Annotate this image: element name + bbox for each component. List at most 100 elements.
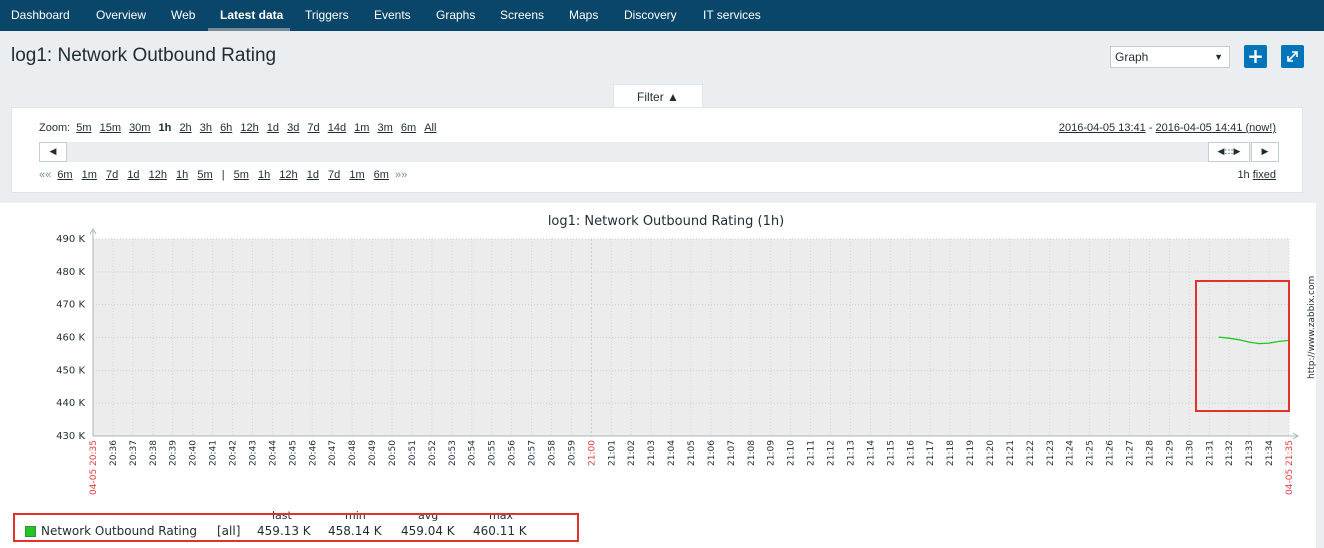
x-tick-label: 20:50 [388,440,398,466]
x-tick-label: 20:36 [109,440,119,466]
x-tick-label: 21:21 [1006,440,1016,466]
nav-graphs[interactable]: Graphs [436,0,475,31]
scroll-handle[interactable]: ◀:::▶ [1208,142,1250,162]
zoom-3d[interactable]: 3d [287,122,299,134]
fwd-12h[interactable]: 12h [279,169,297,181]
x-tick-label: 21:22 [1026,440,1036,466]
period-fixed: 1h fixed [1237,169,1276,181]
back-1d[interactable]: 1d [127,169,139,181]
nav-screens[interactable]: Screens [500,0,544,31]
x-tick-label: 21:27 [1126,440,1136,466]
nav-web[interactable]: Web [171,0,195,31]
x-tick-label: 04-05 21:35 [1285,440,1295,495]
fwd-1d[interactable]: 1d [307,169,319,181]
x-tick-label: 20:41 [209,440,219,466]
graph-panel: log1: Network Outbound Rating (1h) 490 K… [0,203,1316,548]
x-tick-label: 20:57 [528,440,538,466]
zoom-30m[interactable]: 30m [129,122,150,134]
period-range: 2016-04-05 13:41 - 2016-04-05 14:41 (now… [1059,122,1276,134]
x-tick-label: 21:34 [1265,440,1275,466]
zoom-1h[interactable]: 1h [159,122,172,134]
x-tick-label: 21:20 [986,440,996,466]
zoom-7d[interactable]: 7d [307,122,319,134]
period-to-link[interactable]: 2016-04-05 14:41 (now!) [1156,122,1276,134]
y-tick-label: 450 K [56,365,85,376]
y-tick-label: 480 K [56,267,85,278]
x-tick-label: 20:44 [268,440,278,466]
zoom-1d[interactable]: 1d [267,122,279,134]
view-select[interactable]: Graph ▼ [1110,46,1230,68]
x-tick-label: 21:16 [906,440,916,466]
zoom-3h[interactable]: 3h [200,122,212,134]
fwd-7d[interactable]: 7d [328,169,340,181]
nav-events[interactable]: Events [374,0,411,31]
data-point [1228,337,1230,339]
x-tick-label: 20:45 [288,440,298,466]
x-tick-label: 20:40 [189,440,199,466]
x-tick-label: 20:51 [408,440,418,466]
back-7d[interactable]: 7d [106,169,118,181]
scroll-left-button[interactable]: ◀ [39,142,67,162]
nav-separator: | [221,169,225,181]
x-tick-label: 21:26 [1106,440,1116,466]
zoom-6h[interactable]: 6h [220,122,232,134]
nav-it-services[interactable]: IT services [703,0,761,31]
nav-discovery[interactable]: Discovery [624,0,677,31]
fwd-1h[interactable]: 1h [258,169,270,181]
x-tick-label: 21:12 [827,440,837,466]
data-point [1258,343,1260,345]
y-tick-label: 460 K [56,333,85,344]
zabbix-watermark: http://www.zabbix.com [1307,276,1316,379]
fwd-5m[interactable]: 5m [234,169,249,181]
legend-highlight-box [13,513,579,542]
x-tick-label: 20:56 [508,440,518,466]
zoom-12h[interactable]: 12h [240,122,258,134]
y-tick-label: 430 K [56,431,85,442]
period-scrollbar[interactable]: ◀ ◀:::▶ ▶ [39,142,1279,162]
zoom-3m[interactable]: 3m [378,122,393,134]
back-1h[interactable]: 1h [176,169,188,181]
fullscreen-button[interactable] [1281,45,1304,68]
network-outbound-chart[interactable]: 490 K 480 K 470 K 460 K 450 K 440 K 430 K 04-0… [0,203,1316,548]
x-tick-label: 21:09 [767,440,777,466]
zoom-15m[interactable]: 15m [100,122,121,134]
nav-dashboard[interactable]: Dashboard [11,0,70,31]
x-tick-label: 21:13 [846,440,856,466]
x-tick-label: 21:00 [587,440,597,466]
data-point [1268,342,1270,344]
x-tick-label: 21:08 [747,440,757,466]
zoom-5m[interactable]: 5m [76,122,91,134]
add-to-favourites-button[interactable]: + [1244,45,1267,68]
fwd-6m[interactable]: 6m [374,169,389,181]
scroll-right-button[interactable]: ▶ [1251,142,1279,162]
plus-icon: + [1247,44,1264,68]
x-tick-label: 20:47 [328,440,338,466]
back-12h[interactable]: 12h [149,169,167,181]
zoom-1m[interactable]: 1m [354,122,369,134]
top-nav: Dashboard Overview Web Latest data Trigg… [0,0,1324,31]
zoom-6m[interactable]: 6m [401,122,416,134]
x-tick-label: 20:48 [348,440,358,466]
period-from-link[interactable]: 2016-04-05 13:41 [1059,122,1146,134]
nav-overview[interactable]: Overview [96,0,146,31]
zoom-all[interactable]: All [424,122,436,134]
back-1m[interactable]: 1m [82,169,97,181]
x-tick-label: 21:18 [946,440,956,466]
x-tick-label: 21:30 [1185,440,1195,466]
zoom-row: Zoom: 5m 15m 30m 1h 2h 3h 6h 12h 1d 3d 7… [39,122,438,134]
view-select-value: Graph [1115,50,1149,64]
x-tick-label: 21:06 [707,440,717,466]
back-5m[interactable]: 5m [197,169,212,181]
filter-tab[interactable]: Filter ▲ [613,84,703,108]
fwd-1m[interactable]: 1m [349,169,364,181]
zoom-2h[interactable]: 2h [179,122,191,134]
nav-maps[interactable]: Maps [569,0,598,31]
fixed-toggle[interactable]: fixed [1253,169,1276,181]
fwd-arrows-icon: »» [395,169,408,181]
data-point [1238,339,1240,341]
back-6m[interactable]: 6m [57,169,72,181]
zoom-14d[interactable]: 14d [328,122,346,134]
nav-triggers[interactable]: Triggers [305,0,349,31]
x-tick-label: 20:55 [488,440,498,466]
nav-latest-data[interactable]: Latest data [220,0,283,31]
